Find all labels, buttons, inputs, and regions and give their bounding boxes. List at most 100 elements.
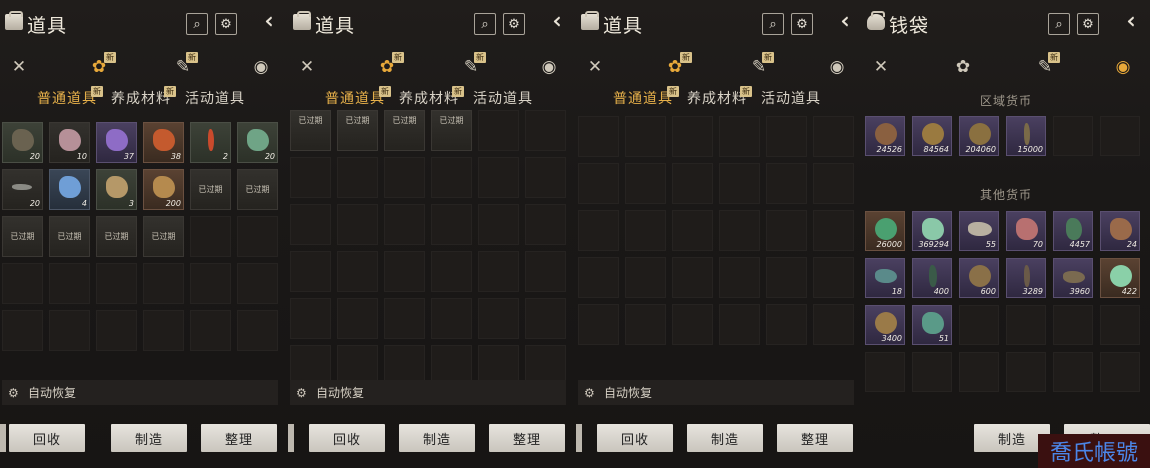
currency-slot[interactable]: 70	[1006, 211, 1046, 251]
item-slot[interactable]: 已过期	[190, 169, 231, 210]
currency-slot[interactable]: 26000	[865, 211, 905, 251]
craft-button[interactable]: 制造	[687, 424, 763, 452]
tab-common-items[interactable]: 普通道具	[37, 88, 97, 108]
currency-slot[interactable]: 3289	[1006, 258, 1046, 298]
wallet-panel: 钱袋 ⌕ ⚙ ‹‹ ✕ ✿ ✎ 新 ◉ 区域货币 24526 84564 204…	[862, 0, 1150, 468]
item-slot[interactable]: 已过期	[384, 110, 425, 151]
item-slot[interactable]: 38	[143, 122, 184, 163]
back-button[interactable]: ‹‹	[248, 6, 282, 36]
item-slot[interactable]: 已过期	[96, 216, 137, 257]
weapon-category-icon[interactable]: ✕	[582, 54, 608, 80]
tab-materials[interactable]: 养成材料	[687, 88, 747, 108]
empty-slot	[672, 257, 713, 298]
new-badge: 新	[762, 52, 774, 63]
currency-slot[interactable]: 55	[959, 211, 999, 251]
sort-button[interactable]: 整理	[777, 424, 853, 452]
tab-common-items[interactable]: 普通道具	[325, 88, 385, 108]
currency-slot[interactable]: 369294	[912, 211, 952, 251]
empty-slot	[1100, 116, 1140, 156]
back-button[interactable]: ‹‹	[1110, 6, 1144, 36]
currency-category-icon[interactable]: ◉	[248, 54, 274, 80]
tab-common-items[interactable]: 普通道具	[613, 88, 673, 108]
item-slot[interactable]: 20	[2, 169, 43, 210]
tab-event-items[interactable]: 活动道具	[473, 88, 533, 108]
currency-category-icon[interactable]: ◉	[536, 54, 562, 80]
currency-slot[interactable]: 422	[1100, 258, 1140, 298]
currency-slot[interactable]: 400	[912, 258, 952, 298]
search-button[interactable]: ⌕	[186, 13, 208, 35]
item-slot[interactable]: 4	[49, 169, 90, 210]
weapon-category-icon[interactable]: ✕	[868, 54, 894, 80]
item-slot[interactable]: 已过期	[290, 110, 331, 151]
recycle-button[interactable]: 回收	[309, 424, 385, 452]
item-slot[interactable]: 已过期	[337, 110, 378, 151]
search-button[interactable]: ⌕	[762, 13, 784, 35]
settings-button[interactable]: ⚙	[215, 13, 237, 35]
item-slot[interactable]: 20	[2, 122, 43, 163]
gear-icon: ⚙	[584, 385, 595, 400]
empty-slot	[96, 310, 137, 351]
settings-button[interactable]: ⚙	[503, 13, 525, 35]
back-button[interactable]: ‹‹	[536, 6, 570, 36]
item-slot[interactable]: 2	[190, 122, 231, 163]
item-slot[interactable]: 10	[49, 122, 90, 163]
item-slot[interactable]: 已过期	[143, 216, 184, 257]
item-slot[interactable]: 已过期	[431, 110, 472, 151]
item-slot[interactable]: 3	[96, 169, 137, 210]
item-slot[interactable]: 20	[237, 122, 278, 163]
weapon-category-icon[interactable]: ✕	[294, 54, 320, 80]
weapon-category-icon[interactable]: ✕	[6, 54, 32, 80]
panel-title: 道具	[603, 15, 644, 37]
currency-slot[interactable]: 3400	[865, 305, 905, 345]
auto-restore-toggle[interactable]: ⚙ 自动恢复	[578, 380, 854, 405]
settings-button[interactable]: ⚙	[791, 13, 813, 35]
sort-button[interactable]: 整理	[489, 424, 565, 452]
tab-event-items[interactable]: 活动道具	[761, 88, 821, 108]
item-slot[interactable]: 已过期	[2, 216, 43, 257]
currency-slot[interactable]: 204060	[959, 116, 999, 156]
currency-slot[interactable]: 4457	[1053, 211, 1093, 251]
currency-slot[interactable]: 24526	[865, 116, 905, 156]
item-slot[interactable]: 已过期	[237, 169, 278, 210]
craft-button[interactable]: 制造	[399, 424, 475, 452]
craft-button[interactable]: 制造	[111, 424, 187, 452]
inventory-panel-2: 道具 ⌕ ⚙ ‹‹ ✕ ✿ 新 ✎ 新 ◉ 普通道具 新 养成材料 新 活动道具…	[288, 0, 576, 468]
auto-restore-toggle[interactable]: ⚙ 自动恢复	[2, 380, 278, 405]
currency-slot[interactable]: 84564	[912, 116, 952, 156]
currency-category-icon[interactable]: ◉	[824, 54, 850, 80]
new-badge: 新	[186, 52, 198, 63]
search-button[interactable]: ⌕	[1048, 13, 1070, 35]
settings-button[interactable]: ⚙	[1077, 13, 1099, 35]
empty-slot	[478, 157, 519, 198]
empty-slot	[959, 305, 999, 345]
tab-event-items[interactable]: 活动道具	[185, 88, 245, 108]
empty-slot	[625, 163, 666, 204]
currency-slot[interactable]: 15000	[1006, 116, 1046, 156]
currency-slot[interactable]: 600	[959, 258, 999, 298]
category-bar: ✕ ✿ ✎ 新 ◉	[862, 50, 1150, 86]
panel-title: 道具	[315, 15, 356, 37]
recycle-button[interactable]: 回收	[597, 424, 673, 452]
tab-materials[interactable]: 养成材料	[399, 88, 459, 108]
tab-materials[interactable]: 养成材料	[111, 88, 171, 108]
item-slot[interactable]: 已过期	[49, 216, 90, 257]
back-button[interactable]: ‹‹	[824, 6, 858, 36]
currency-slot[interactable]: 3960	[1053, 258, 1093, 298]
sort-button[interactable]: 整理	[201, 424, 277, 452]
empty-slot	[625, 304, 666, 345]
item-slot[interactable]: 200	[143, 169, 184, 210]
recycle-button[interactable]: 回收	[9, 424, 85, 452]
currency-slot[interactable]: 18	[865, 258, 905, 298]
item-slot[interactable]: 37	[96, 122, 137, 163]
auto-restore-label: 自动恢复	[604, 386, 653, 400]
currency-slot[interactable]: 51	[912, 305, 952, 345]
auto-restore-toggle[interactable]: ⚙ 自动恢复	[290, 380, 566, 405]
search-button[interactable]: ⌕	[474, 13, 496, 35]
currency-slot[interactable]: 24	[1100, 211, 1140, 251]
new-badge: 新	[392, 52, 404, 63]
empty-slot	[719, 257, 760, 298]
currency-category-icon[interactable]: ◉	[1110, 54, 1136, 80]
item-category-icon[interactable]: ✿	[950, 54, 976, 80]
category-bar: ✕ ✿ 新 ✎ 新 ◉	[0, 50, 288, 86]
empty-slot	[578, 304, 619, 345]
